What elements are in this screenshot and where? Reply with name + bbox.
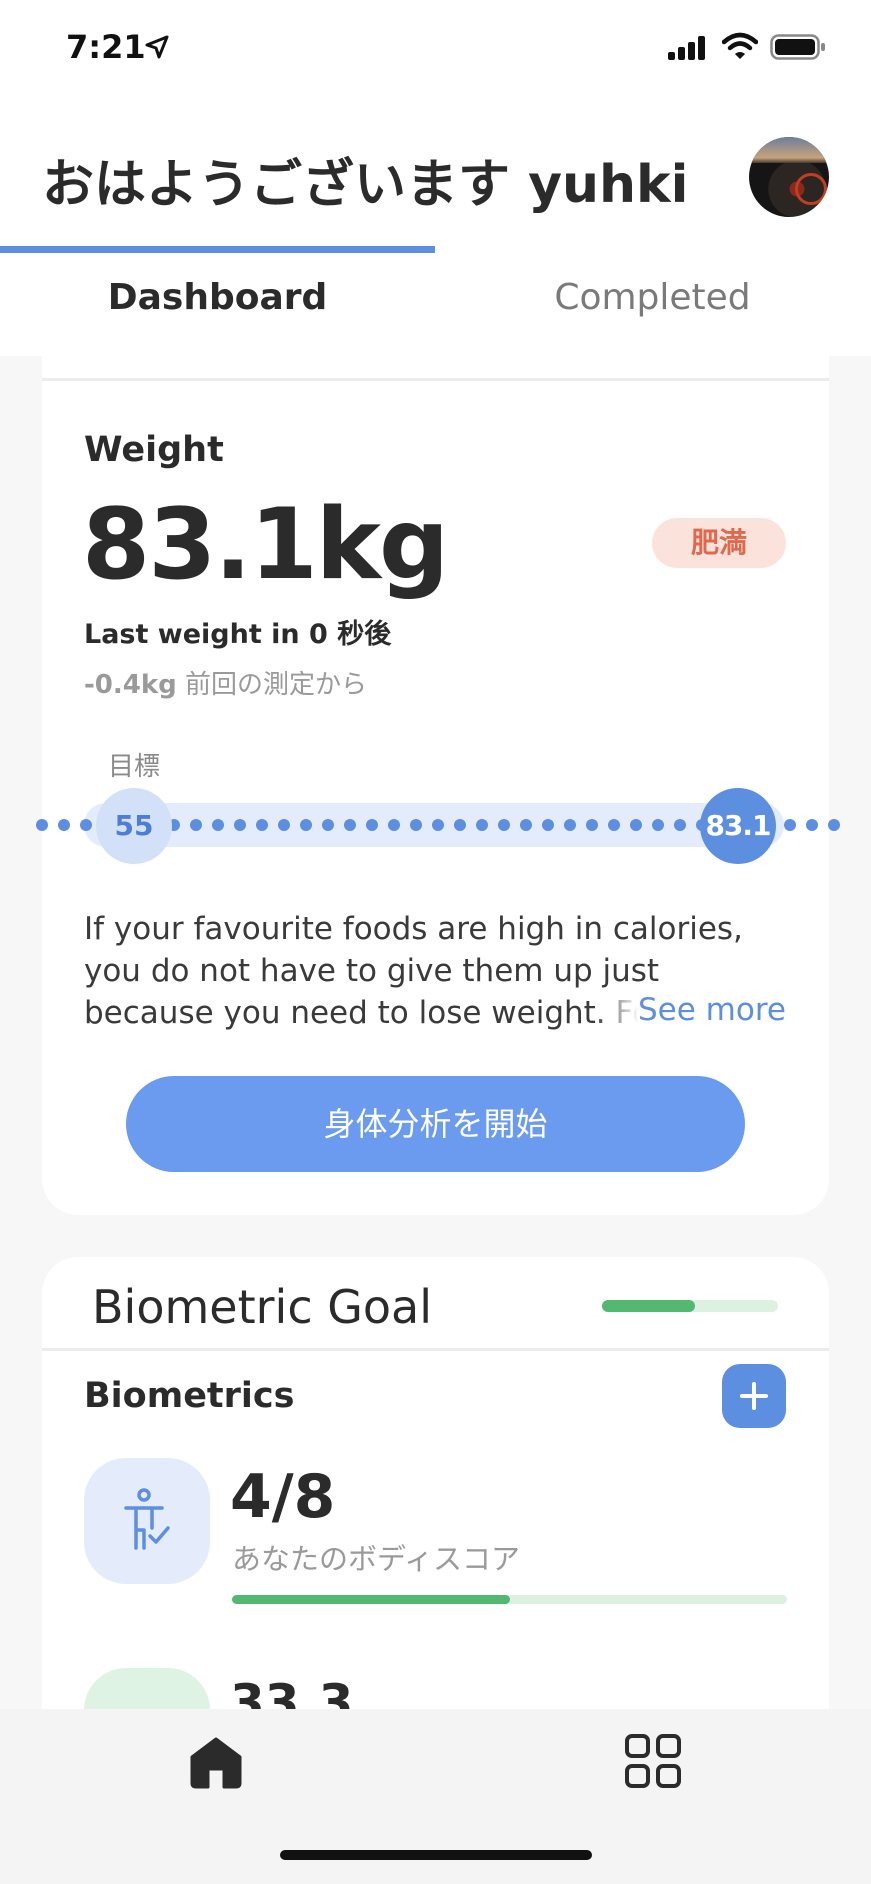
goal-dot xyxy=(190,819,202,831)
battery-icon xyxy=(770,34,826,64)
goal-dot xyxy=(388,819,400,831)
current-weight-marker[interactable]: 83.1 xyxy=(700,788,776,864)
card-divider xyxy=(42,378,829,381)
goal-dot xyxy=(542,819,554,831)
goal-dot xyxy=(630,819,642,831)
body-score-icon-box xyxy=(84,1458,210,1584)
grid-icon[interactable] xyxy=(624,1733,682,1793)
goal-dot xyxy=(256,819,268,831)
weight-diff: -0.4kg 前回の測定から xyxy=(84,664,367,701)
weight-diff-value: -0.4kg xyxy=(84,670,177,700)
goal-dot xyxy=(498,819,510,831)
body-score-caption: あなたのボディスコア xyxy=(232,1542,520,1576)
weight-label: Weight xyxy=(84,430,224,470)
app-header: おはようございます yuhki Dashboard Completed xyxy=(0,100,871,356)
avatar[interactable] xyxy=(749,137,829,217)
goal-dot xyxy=(806,819,818,831)
goal-dot xyxy=(344,819,356,831)
goal-start-marker: 55 xyxy=(96,788,172,864)
weight-diff-text: 前回の測定から xyxy=(185,670,368,700)
goal-dot xyxy=(278,819,290,831)
goal-dot xyxy=(564,819,576,831)
goal-dot xyxy=(454,819,466,831)
home-icon[interactable] xyxy=(188,1735,244,1793)
goal-dot xyxy=(234,819,246,831)
greeting-title: おはようございます yuhki xyxy=(42,155,689,215)
biometrics-subtitle: Biometrics xyxy=(84,1376,295,1416)
goal-dot xyxy=(36,819,48,831)
wifi-icon xyxy=(721,32,759,64)
weight-value: 83.1kg xyxy=(82,488,449,602)
last-weight-text: Last weight in 0 秒後 xyxy=(84,619,392,650)
goal-dot xyxy=(652,819,664,831)
body-score-progress xyxy=(232,1595,787,1604)
location-arrow-icon xyxy=(144,34,170,64)
goal-dot xyxy=(520,819,532,831)
goal-dot xyxy=(784,819,796,831)
biometric-goal-progress xyxy=(602,1300,778,1312)
status-time: 7:21 xyxy=(66,28,146,66)
see-more-link[interactable]: See more xyxy=(638,992,786,1028)
goal-dot xyxy=(322,819,334,831)
status-bar: 7:21 xyxy=(0,0,871,100)
goal-dot xyxy=(476,819,488,831)
status-badge: 肥満 xyxy=(652,518,786,568)
cellular-signal-icon xyxy=(668,36,708,64)
active-tab-indicator xyxy=(0,246,435,253)
goal-dot xyxy=(80,819,92,831)
goal-dot xyxy=(366,819,378,831)
tip-line: If your favourite foods are high in calo… xyxy=(84,911,743,947)
app-screen: 7:21 おはようございます yuhki Dashboard Completed… xyxy=(0,0,871,1884)
goal-dot xyxy=(828,819,840,831)
goal-dot xyxy=(674,819,686,831)
goal-dot xyxy=(586,819,598,831)
tip-line: because you need to lose weight. Fo xyxy=(84,995,639,1031)
goal-dot xyxy=(58,819,70,831)
goal-dot xyxy=(608,819,620,831)
home-indicator xyxy=(280,1850,592,1860)
body-check-icon xyxy=(124,1488,170,1550)
card-divider xyxy=(42,1348,829,1351)
start-analysis-button[interactable]: 身体分析を開始 xyxy=(126,1076,745,1172)
goal-dot xyxy=(300,819,312,831)
plus-icon xyxy=(740,1382,768,1410)
tip-line: you do not have to give them up just xyxy=(84,953,660,989)
goal-dot xyxy=(410,819,422,831)
add-biometric-button[interactable] xyxy=(722,1364,786,1428)
body-score-value: 4/8 xyxy=(230,1462,336,1532)
goal-dot xyxy=(212,819,224,831)
goal-label: 目標 xyxy=(108,752,161,782)
biometric-goal-title: Biometric Goal xyxy=(92,1280,432,1334)
goal-dot xyxy=(432,819,444,831)
